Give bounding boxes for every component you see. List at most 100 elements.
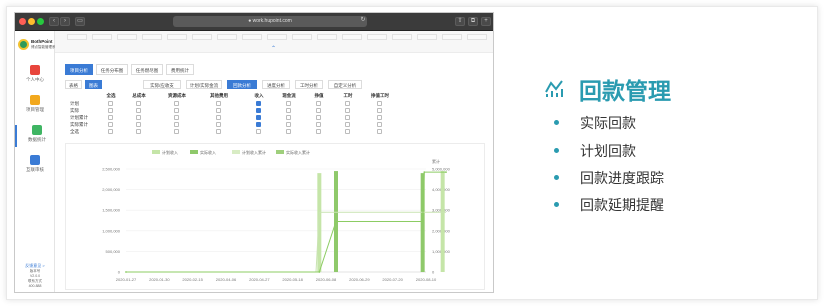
series-checkbox[interactable] xyxy=(377,101,382,106)
ghost-tab[interactable] xyxy=(442,34,462,40)
tab-progress-analysis[interactable]: 进度分析 xyxy=(262,80,290,89)
series-checkbox[interactable] xyxy=(345,115,350,120)
tab-table-view[interactable]: 表格 xyxy=(65,80,82,89)
ghost-tab[interactable] xyxy=(342,34,362,40)
sidebar-item-statistics[interactable]: 数据统计 xyxy=(15,125,55,147)
chart-icon xyxy=(32,125,42,135)
series-checkbox[interactable] xyxy=(256,101,261,106)
legend-swatch xyxy=(152,150,160,154)
series-checkbox[interactable] xyxy=(377,108,382,113)
series-checkbox[interactable] xyxy=(216,108,221,113)
back-icon[interactable]: ‹ xyxy=(49,17,59,26)
ghost-tab[interactable] xyxy=(167,34,187,40)
series-checkbox[interactable] xyxy=(256,115,261,120)
series-checkbox[interactable] xyxy=(345,101,350,106)
series-checkbox[interactable] xyxy=(216,101,221,106)
series-checkbox[interactable] xyxy=(286,122,291,127)
ghost-tab[interactable] xyxy=(67,34,87,40)
tab-chart-view[interactable]: 图表 xyxy=(85,80,102,89)
tab-cost-statistics[interactable]: 费用统计 xyxy=(166,64,194,75)
ghost-tab[interactable] xyxy=(367,34,387,40)
add-tab-icon[interactable]: + xyxy=(481,17,491,26)
column-header: 工时 xyxy=(343,93,353,98)
secondary-tabs: 表格 图表 实际/应收支 计划/实际金流 回款分析 进度分析 工时分析 自定义分… xyxy=(65,80,485,89)
series-checkbox[interactable] xyxy=(316,129,321,134)
series-checkbox[interactable] xyxy=(136,101,141,106)
series-checkbox[interactable] xyxy=(174,101,179,106)
series-checkbox[interactable] xyxy=(345,108,350,113)
x-tick-label: 2020-01-30 xyxy=(149,277,170,282)
ghost-tab[interactable] xyxy=(317,34,337,40)
column-header: 资源成本 xyxy=(168,93,186,98)
tab-custom-analysis[interactable]: 自定义分析 xyxy=(328,80,362,89)
series-checkbox[interactable] xyxy=(377,129,382,134)
minimize-dot[interactable] xyxy=(28,18,35,25)
sidebar-toggle-icon[interactable]: ▭ xyxy=(75,17,85,26)
ghost-tab[interactable] xyxy=(292,34,312,40)
tab-task-distribution[interactable]: 任务分布图 xyxy=(96,64,128,75)
reload-icon[interactable]: ↻ xyxy=(358,17,368,26)
series-checkbox[interactable] xyxy=(174,129,179,134)
tabs-icon[interactable]: ⧉ xyxy=(468,17,478,26)
series-checkbox[interactable] xyxy=(108,108,113,113)
tab-project-analysis[interactable]: 项目分析 xyxy=(65,64,93,75)
forward-icon[interactable]: › xyxy=(60,17,70,26)
series-checkbox[interactable] xyxy=(377,115,382,120)
series-checkbox[interactable] xyxy=(136,115,141,120)
series-checkbox[interactable] xyxy=(316,115,321,120)
ghost-tab[interactable] xyxy=(217,34,237,40)
series-checkbox[interactable] xyxy=(316,108,321,113)
chevron-up-icon[interactable]: ⌃ xyxy=(269,46,278,52)
series-checkbox[interactable] xyxy=(108,122,113,127)
tab-plan-actual-cashflow[interactable]: 计划/实际金流 xyxy=(186,80,222,89)
series-checkbox[interactable] xyxy=(108,129,113,134)
series-checkbox[interactable] xyxy=(174,122,179,127)
sidebar-item-personal[interactable]: 个人中心 xyxy=(15,65,55,87)
tab-hours-analysis[interactable]: 工时分析 xyxy=(295,80,323,89)
ghost-tab[interactable] xyxy=(142,34,162,40)
series-checkbox[interactable] xyxy=(345,122,350,127)
slide-title: 回款管理 xyxy=(579,78,671,104)
series-checkbox[interactable] xyxy=(174,108,179,113)
series-checkbox[interactable] xyxy=(316,101,321,106)
url-bar[interactable]: ● work.hupoint.com xyxy=(173,16,367,27)
series-checkbox[interactable] xyxy=(136,108,141,113)
ghost-tab[interactable] xyxy=(192,34,212,40)
series-checkbox[interactable] xyxy=(256,129,261,134)
series-checkbox[interactable] xyxy=(377,122,382,127)
series-checkbox[interactable] xyxy=(136,122,141,127)
series-checkbox[interactable] xyxy=(108,101,113,106)
sidebar-item-review[interactable]: 互联审核 xyxy=(15,155,55,177)
series-checkbox[interactable] xyxy=(286,108,291,113)
series-checkbox[interactable] xyxy=(216,115,221,120)
series-checkbox[interactable] xyxy=(256,122,261,127)
share-icon[interactable]: ⇧ xyxy=(455,17,465,26)
ghost-tab[interactable] xyxy=(467,34,487,40)
ghost-tab[interactable] xyxy=(92,34,112,40)
series-checkbox[interactable] xyxy=(108,115,113,120)
series-checkbox[interactable] xyxy=(286,115,291,120)
sidebar-item-projects[interactable]: 项目管理 xyxy=(15,95,55,117)
x-tick-label: 2020-07-20 xyxy=(382,277,403,282)
ghost-tab[interactable] xyxy=(117,34,137,40)
tab-task-burndown[interactable]: 任务燃尽图 xyxy=(131,64,163,75)
series-checkbox[interactable] xyxy=(316,122,321,127)
series-checkbox[interactable] xyxy=(345,129,350,134)
x-tick-label: 2020-02-15 xyxy=(182,277,203,282)
series-checkbox[interactable] xyxy=(286,101,291,106)
column-header: 全选 xyxy=(106,93,116,98)
ghost-tab[interactable] xyxy=(242,34,262,40)
close-dot[interactable] xyxy=(19,18,26,25)
ghost-tab[interactable] xyxy=(267,34,287,40)
series-checkbox[interactable] xyxy=(256,108,261,113)
ghost-tab[interactable] xyxy=(417,34,437,40)
series-checkbox[interactable] xyxy=(216,122,221,127)
series-checkbox[interactable] xyxy=(216,129,221,134)
maximize-dot[interactable] xyxy=(37,18,44,25)
ghost-tab[interactable] xyxy=(392,34,412,40)
tab-payment-analysis[interactable]: 回款分析 xyxy=(227,80,257,89)
series-checkbox[interactable] xyxy=(286,129,291,134)
tab-actual-income-expense[interactable]: 实际/应收支 xyxy=(143,80,181,89)
series-checkbox[interactable] xyxy=(136,129,141,134)
series-checkbox[interactable] xyxy=(174,115,179,120)
